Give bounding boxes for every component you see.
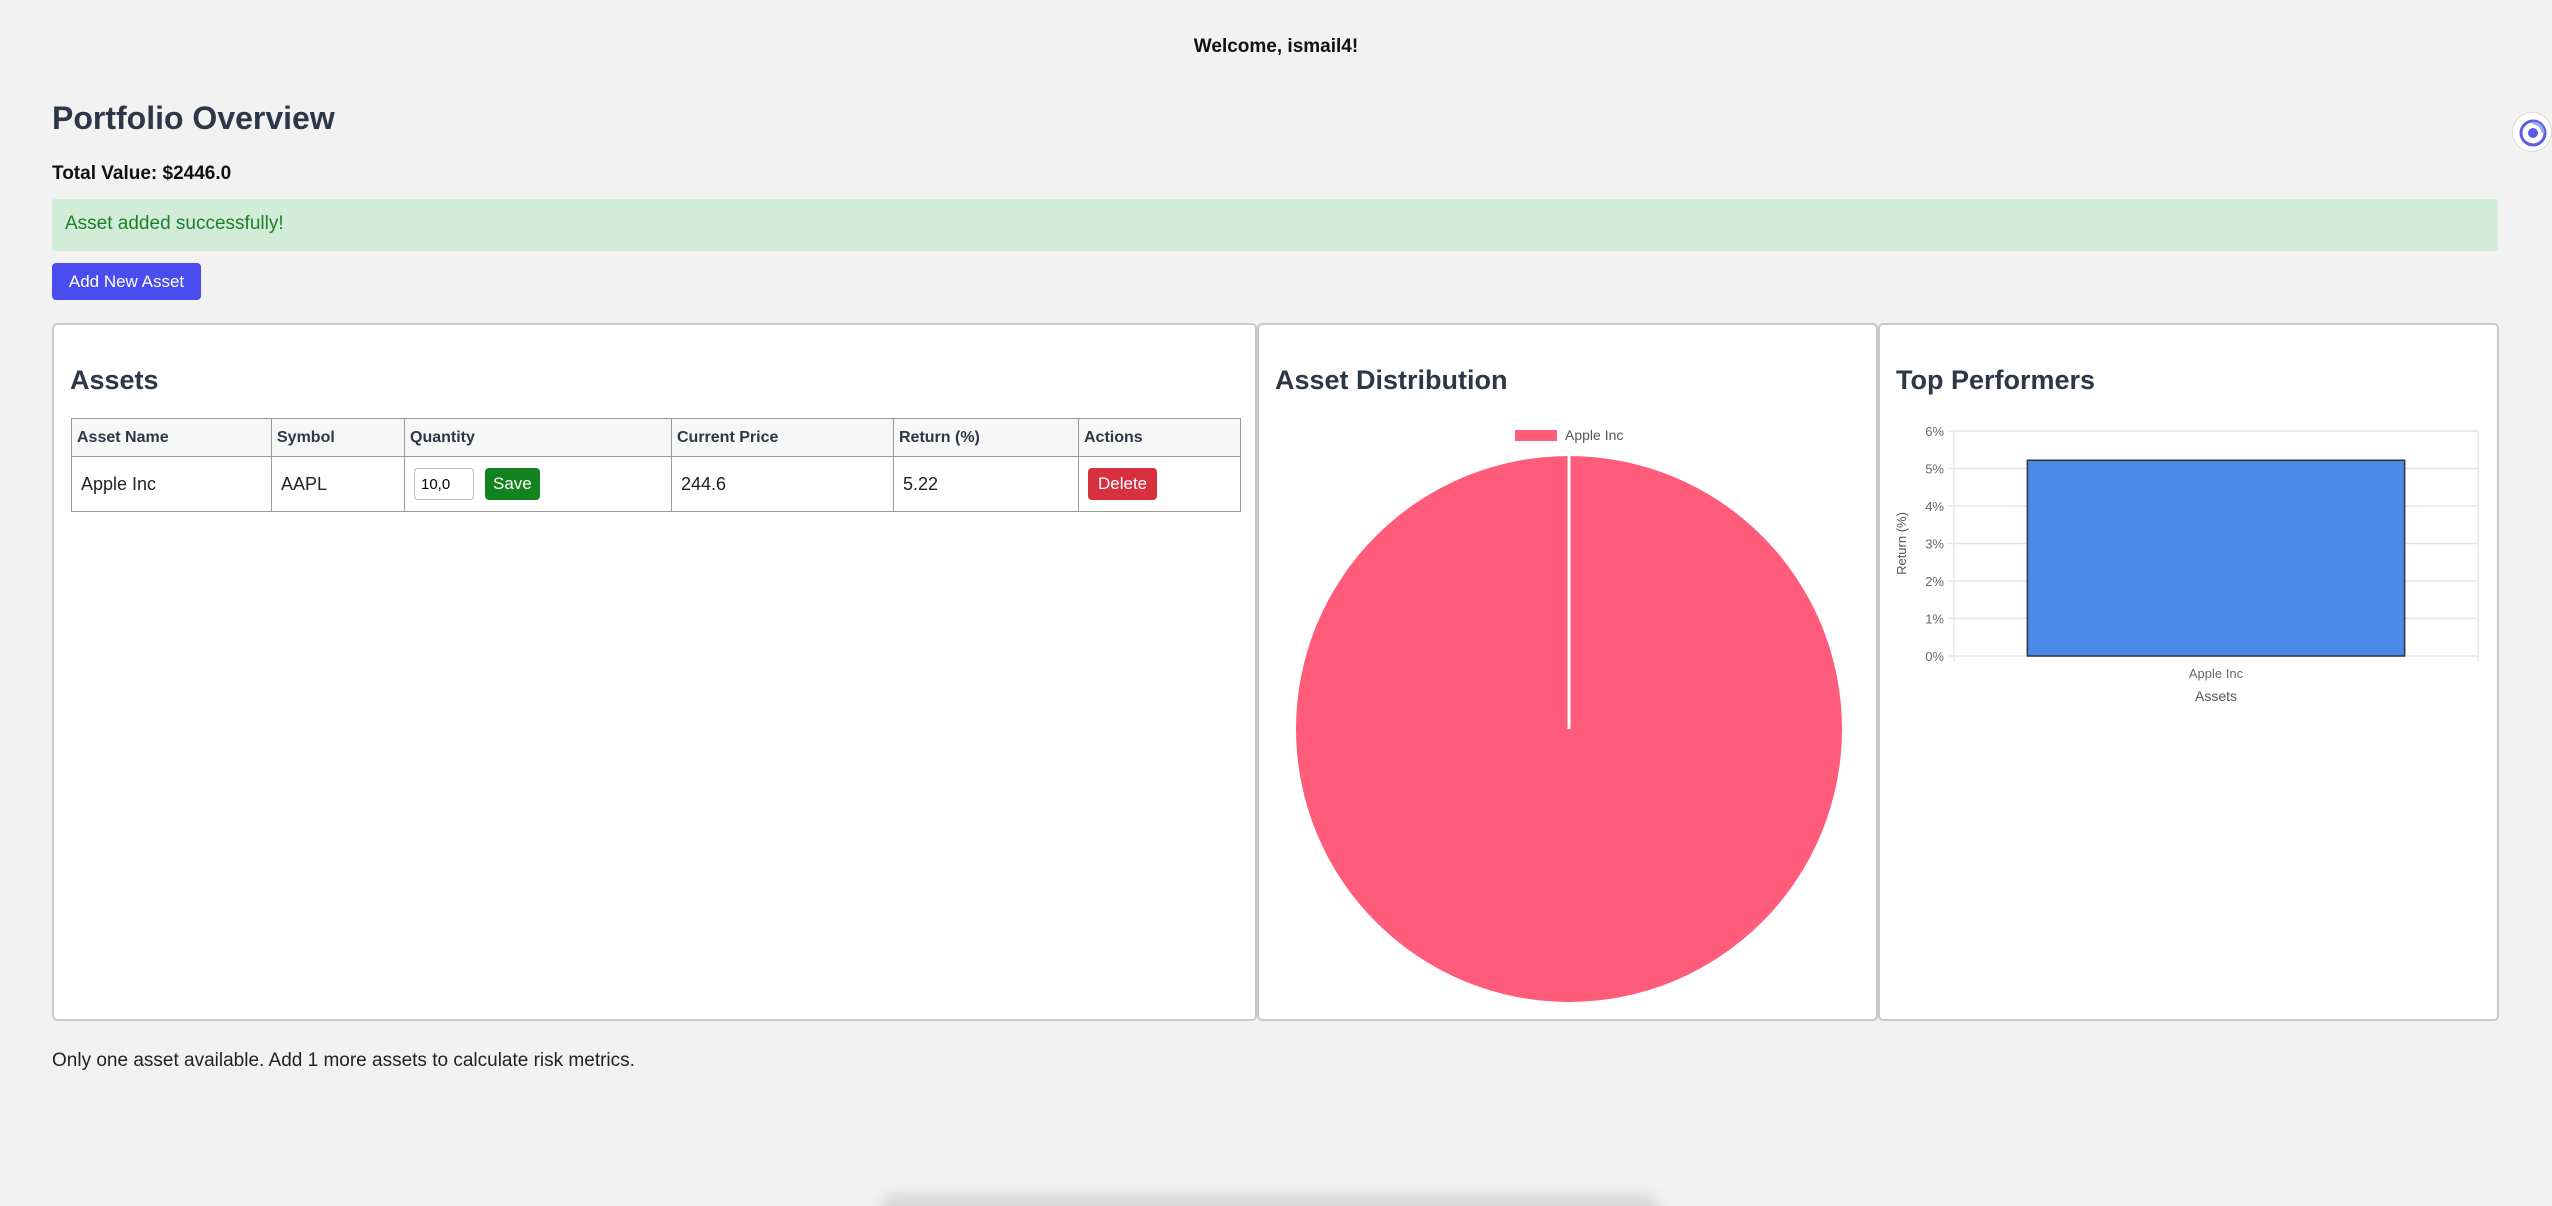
assets-card: Assets Asset Name Symbol Quantity Curren… <box>52 323 1257 1021</box>
y-tick-label: 1% <box>1925 612 1944 627</box>
quantity-cell: Save <box>404 456 672 512</box>
current-price-cell: 244.6 <box>671 456 894 512</box>
table-header-row: Asset Name Symbol Quantity Current Price… <box>71 418 1241 457</box>
actions-cell: Delete <box>1078 456 1241 512</box>
risk-metrics-note: Only one asset available. Add 1 more ass… <box>52 1050 635 1071</box>
y-tick-label: 4% <box>1925 499 1944 514</box>
y-tick-label: 3% <box>1925 537 1944 552</box>
legend-label: Apple Inc <box>1565 427 1623 443</box>
column-return: Return (%) <box>893 418 1079 457</box>
welcome-message: Welcome, ismail4! <box>1193 36 1359 57</box>
y-tick-label: 2% <box>1925 574 1944 589</box>
performers-bar-chart: 0% 1% 2% 3% 4% 5% 6% Apple Inc Assets Return (%) <box>1894 424 2479 704</box>
column-current-price: Current Price <box>671 418 894 457</box>
delete-button[interactable]: Delete <box>1088 468 1158 500</box>
column-asset-name: Asset Name <box>71 418 272 457</box>
table-row: Apple Inc AAPL Save 244.6 5.22 Delete <box>71 456 1241 512</box>
total-value: Total Value: $2446.0 <box>52 163 232 184</box>
asset-distribution-card: Asset Distribution Apple Inc <box>1257 323 1878 1021</box>
y-tick-label: 6% <box>1925 424 1944 439</box>
x-tick-label: Apple Inc <box>2189 666 2244 681</box>
column-symbol: Symbol <box>271 418 405 457</box>
assets-title: Assets <box>70 365 159 395</box>
legend-swatch[interactable] <box>1515 430 1557 441</box>
y-axis-label: Return (%) <box>1894 512 1909 575</box>
symbol-cell: AAPL <box>271 456 405 512</box>
return-cell: 5.22 <box>893 456 1079 512</box>
y-tick-label: 0% <box>1925 649 1944 664</box>
y-tick-label: 5% <box>1925 462 1944 477</box>
page-title: Portfolio Overview <box>52 100 335 136</box>
distribution-pie-chart: Apple Inc <box>1296 427 1842 1002</box>
column-quantity: Quantity <box>404 418 672 457</box>
success-alert: Asset added successfully! <box>52 199 2498 251</box>
quantity-input[interactable] <box>414 468 474 500</box>
assets-table: Asset Name Symbol Quantity Current Price… <box>71 418 1241 512</box>
x-axis-label: Assets <box>2195 688 2237 704</box>
bottom-overlay <box>880 1194 1660 1206</box>
add-new-asset-button[interactable]: Add New Asset <box>52 263 201 300</box>
assistant-icon[interactable] <box>2512 112 2552 152</box>
top-performers-card: Top Performers 0% 1% 2% 3% 4% 5% 6% Apple Inc As… <box>1878 323 2499 1021</box>
bar-apple-inc[interactable] <box>2026 459 2406 657</box>
column-actions: Actions <box>1078 418 1241 457</box>
save-button[interactable]: Save <box>485 468 540 500</box>
asset-name-cell: Apple Inc <box>71 456 272 512</box>
